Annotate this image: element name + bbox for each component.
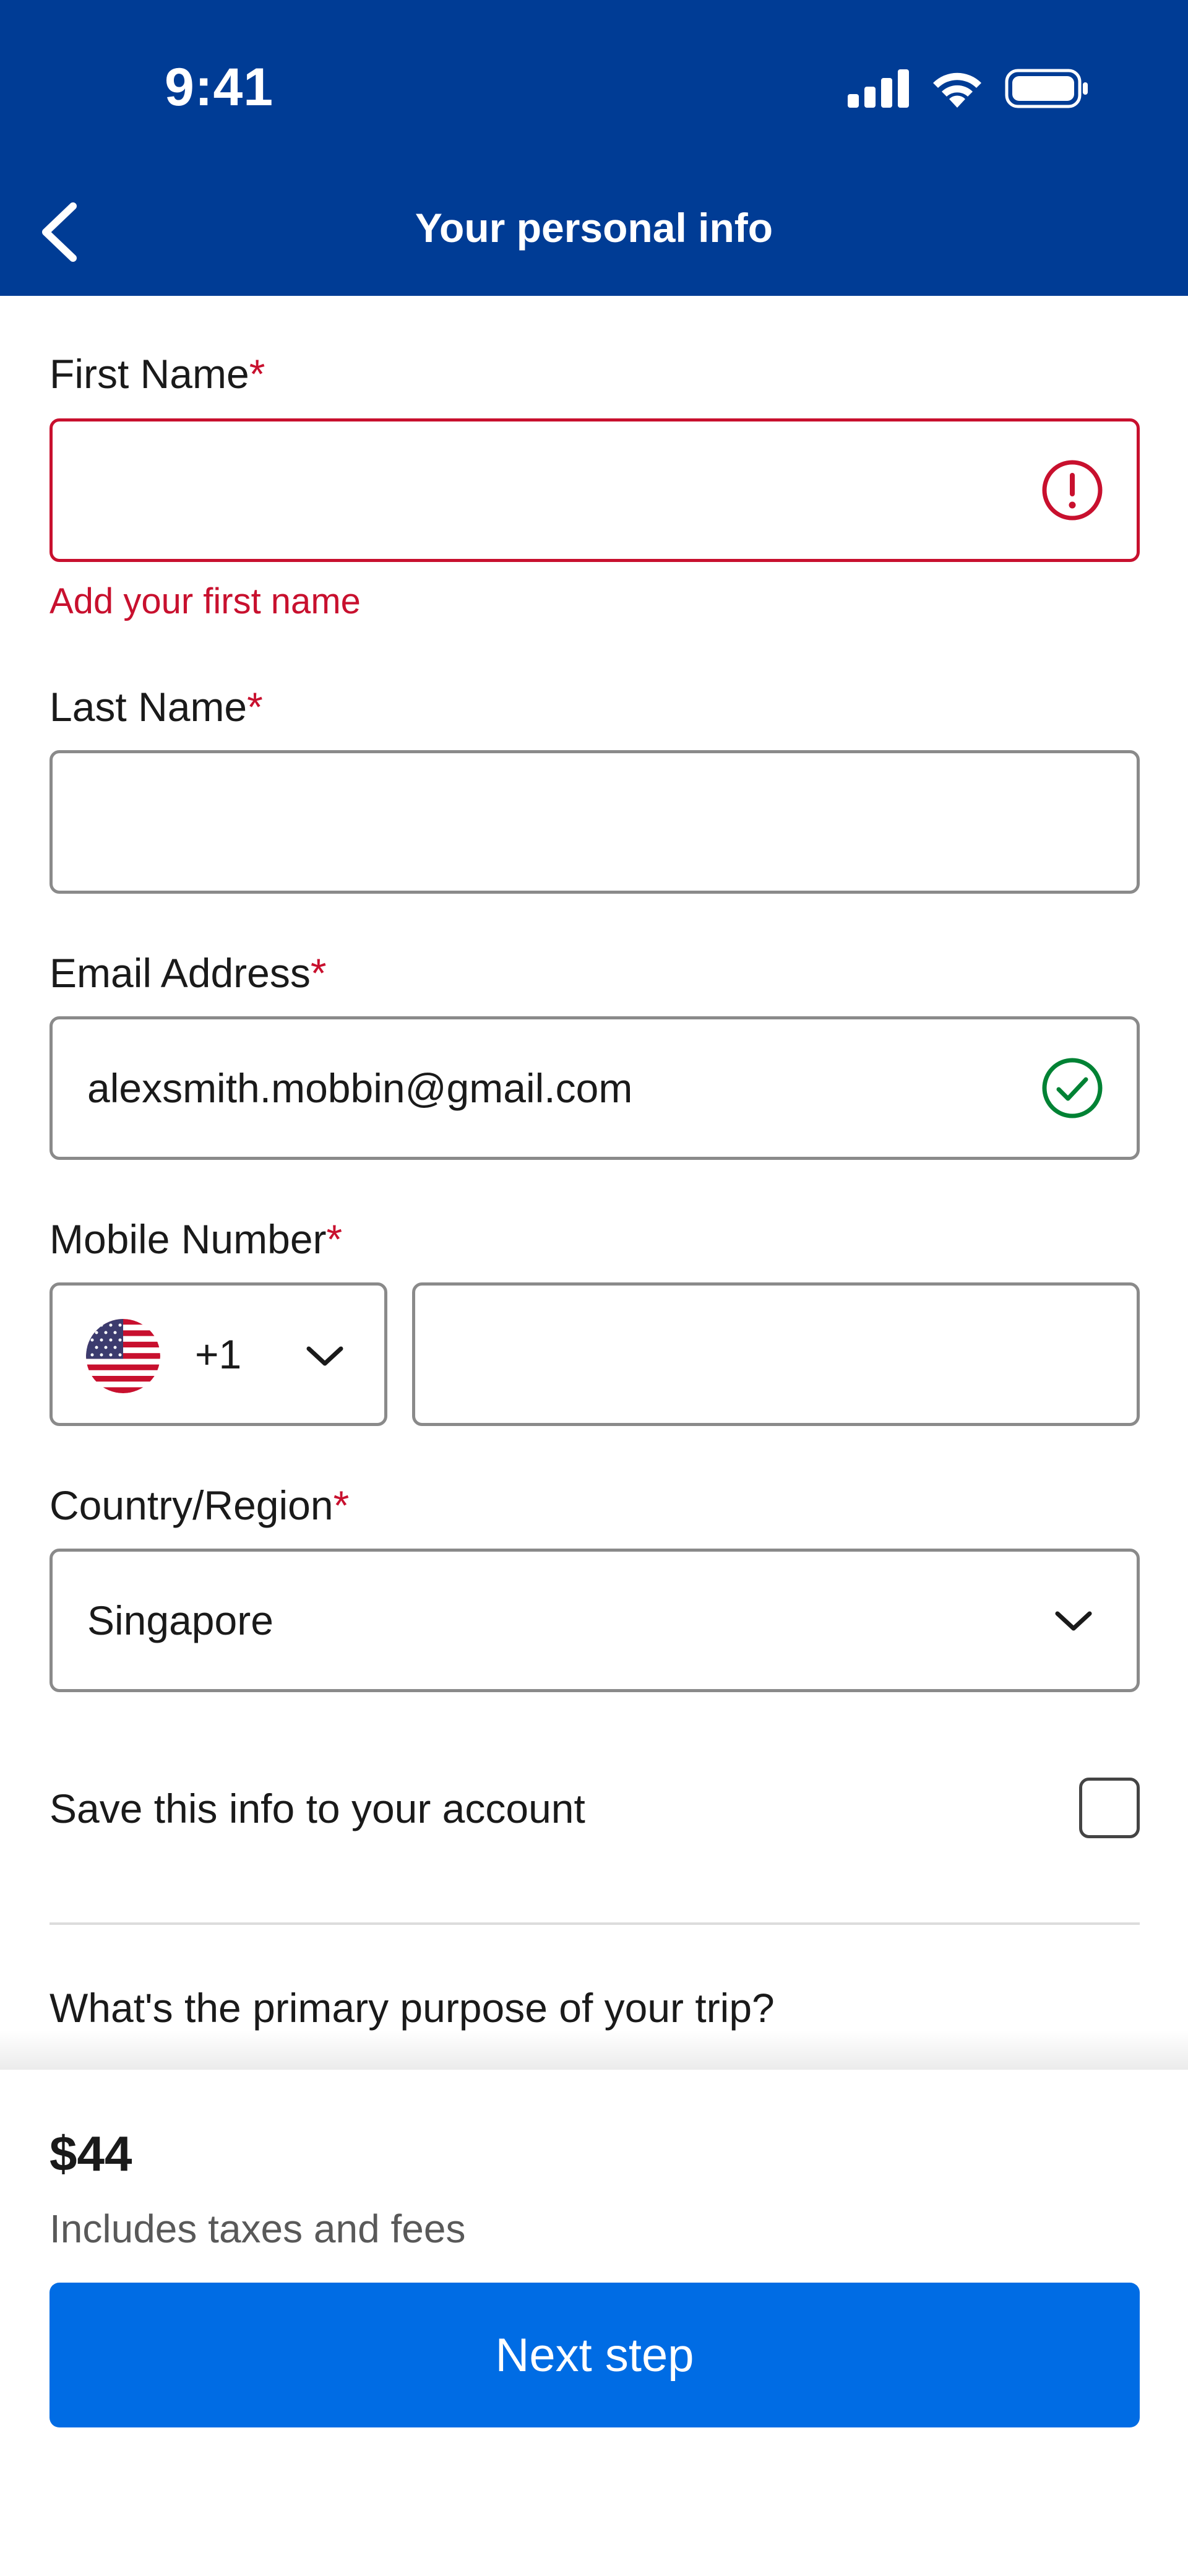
- chevron-down-icon: [306, 1346, 343, 1366]
- required-mark: *: [247, 684, 263, 730]
- footer-shadow: [0, 2030, 1188, 2070]
- required-mark: *: [249, 351, 265, 397]
- save-info-label: Save this info to your account: [50, 1786, 585, 1831]
- required-mark: *: [326, 1216, 343, 1262]
- country-label: Country/Region*: [50, 1482, 349, 1529]
- total-price: $44: [50, 2126, 132, 2181]
- last-name-label: Last Name*: [50, 683, 263, 730]
- status-icons: [848, 67, 1089, 110]
- required-mark: *: [333, 1482, 350, 1528]
- country-label-text: Country/Region: [50, 1482, 334, 1528]
- app-header: 9:41 Your personal info: [0, 0, 1188, 296]
- price-footer: $44 Includes taxes and fees Next step: [0, 2070, 1188, 2576]
- required-mark: *: [310, 950, 327, 996]
- mobile-label-text: Mobile Number: [50, 1216, 327, 1262]
- email-label-text: Email Address: [50, 950, 311, 996]
- signal-icon: [848, 69, 909, 108]
- check-circle-icon: [1042, 1058, 1103, 1118]
- email-input[interactable]: alexsmith.mobbin@gmail.com: [50, 1016, 1140, 1160]
- email-label: Email Address*: [50, 949, 327, 996]
- first-name-input[interactable]: [50, 418, 1140, 562]
- us-flag-icon: [86, 1319, 160, 1393]
- save-info-checkbox[interactable]: [1079, 1778, 1140, 1838]
- wifi-icon: [933, 72, 981, 108]
- last-name-label-text: Last Name: [50, 684, 248, 730]
- next-step-button[interactable]: Next step: [50, 2283, 1140, 2427]
- first-name-error: Add your first name: [50, 581, 361, 621]
- mobile-number-input[interactable]: [412, 1282, 1140, 1426]
- status-time: 9:41: [165, 58, 274, 117]
- mobile-label: Mobile Number*: [50, 1216, 342, 1263]
- trip-purpose-question: What's the primary purpose of your trip?: [50, 1985, 775, 2031]
- email-value: alexsmith.mobbin@gmail.com: [87, 1065, 633, 1111]
- chevron-down-icon: [1055, 1611, 1092, 1631]
- divider: [50, 1922, 1140, 1925]
- first-name-label-text: First Name: [50, 351, 249, 397]
- country-code-select[interactable]: +1: [50, 1282, 387, 1426]
- price-note: Includes taxes and fees: [50, 2206, 466, 2251]
- country-code-value: +1: [195, 1331, 242, 1377]
- page-title: Your personal info: [415, 205, 773, 251]
- country-value: Singapore: [87, 1597, 273, 1643]
- battery-icon: [1005, 69, 1088, 108]
- last-name-input[interactable]: [50, 750, 1140, 894]
- first-name-label: First Name*: [50, 350, 265, 397]
- error-icon: [1042, 460, 1103, 521]
- country-select[interactable]: Singapore: [50, 1549, 1140, 1692]
